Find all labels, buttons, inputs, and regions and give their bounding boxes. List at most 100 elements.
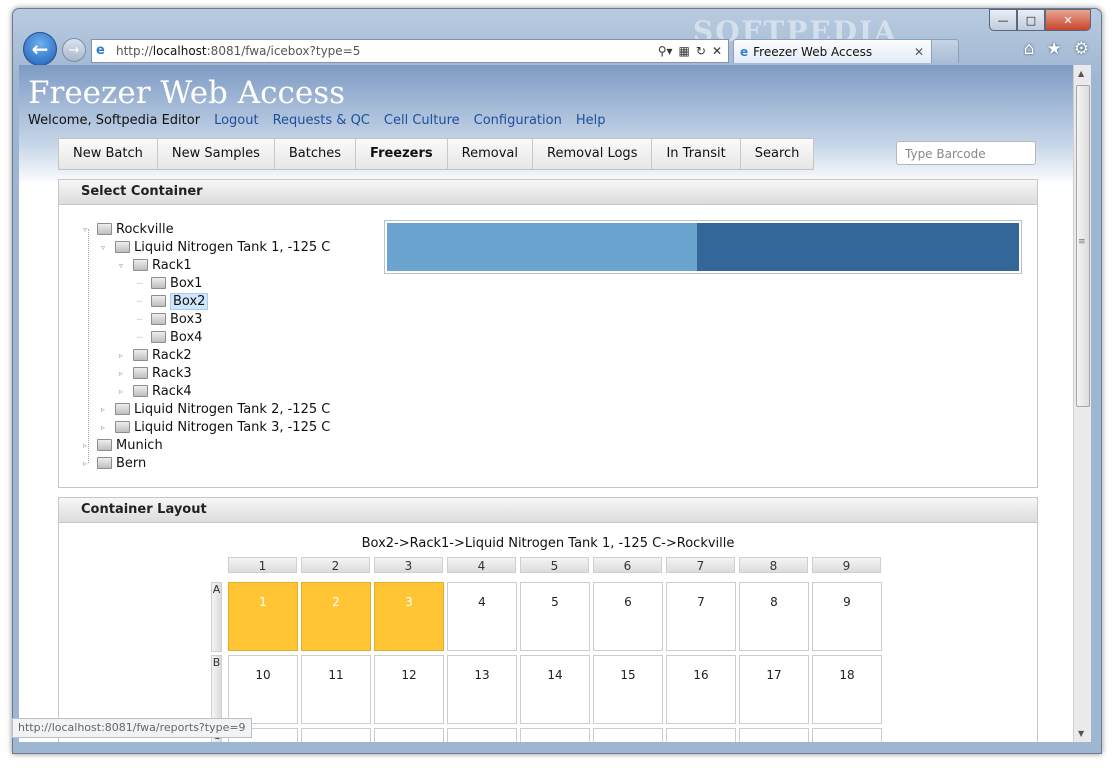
tree-node[interactable]: ▹ Rack3 [119, 364, 192, 382]
tree-node[interactable]: ┈ Box1 [137, 274, 202, 292]
empty-slot[interactable]: 21 [374, 728, 444, 742]
minimize-button[interactable]: — [989, 9, 1017, 31]
search-icon[interactable]: ⚲▾ [658, 44, 673, 58]
caption-buttons: — □ ✕ [989, 9, 1091, 31]
column-header: 3 [374, 557, 443, 573]
favorites-star-icon[interactable]: ★ [1047, 39, 1062, 59]
address-url[interactable]: http://localhost:8081/fwa/icebox?type=5 [116, 44, 658, 58]
tab-title: Freezer Web Access [753, 44, 873, 59]
tree-node[interactable]: ▹ Liquid Nitrogen Tank 3, -125 C [101, 418, 330, 436]
gear-icon[interactable]: ⚙ [1074, 39, 1089, 59]
tree-node[interactable]: ▿ Liquid Nitrogen Tank 1, -125 C [101, 238, 330, 256]
new-tab-button[interactable] [931, 39, 959, 63]
empty-slot[interactable]: 25 [666, 728, 736, 742]
nav-search[interactable]: Search [741, 139, 814, 169]
close-window-button[interactable]: ✕ [1045, 9, 1091, 31]
nav-removal-logs[interactable]: Removal Logs [533, 139, 653, 169]
tree-node[interactable]: ▹ Rack2 [119, 346, 192, 364]
occupied-slot[interactable]: 3 [374, 582, 444, 651]
empty-slot[interactable]: 4 [447, 582, 517, 651]
close-tab-icon[interactable]: ✕ [914, 45, 924, 59]
folder-icon [97, 223, 112, 235]
compatibility-icon[interactable]: ▦ [679, 44, 690, 58]
tree-node-label: Rockville [116, 221, 174, 237]
empty-slot[interactable]: 26 [739, 728, 809, 742]
tree-node-label: Box2 [170, 292, 209, 310]
empty-slot[interactable]: 13 [447, 655, 517, 724]
tree-node[interactable]: ▹ Liquid Nitrogen Tank 2, -125 C [101, 400, 330, 418]
capacity-bar-used [387, 223, 697, 271]
empty-slot[interactable]: 17 [739, 655, 809, 724]
refresh-icon[interactable]: ↻ [696, 44, 706, 58]
tree-node[interactable]: ▹ Bern [83, 454, 146, 472]
stop-icon[interactable]: ✕ [712, 44, 722, 58]
nav-new-samples[interactable]: New Samples [158, 139, 275, 169]
tree-node[interactable]: ┈ Box4 [137, 328, 202, 346]
empty-slot[interactable]: 7 [666, 582, 736, 651]
empty-slot[interactable]: 10 [228, 655, 298, 724]
expanded-toggle-icon[interactable]: ▿ [101, 243, 111, 252]
back-button[interactable]: ← [23, 32, 57, 66]
occupied-slot[interactable]: 2 [301, 582, 371, 651]
address-bar[interactable]: e http://localhost:8081/fwa/icebox?type=… [91, 39, 729, 63]
folder-icon [151, 313, 166, 325]
folder-icon [97, 457, 112, 469]
configuration-link[interactable]: Configuration [474, 113, 562, 128]
toolbar-icons: ⌂ ★ ⚙ [1024, 39, 1089, 59]
empty-slot[interactable]: 11 [301, 655, 371, 724]
tree-node[interactable]: ┈ Box3 [137, 310, 202, 328]
nav-freezers[interactable]: Freezers [356, 139, 448, 169]
column-header: 6 [593, 557, 662, 573]
empty-slot[interactable]: 8 [739, 582, 809, 651]
help-link[interactable]: Help [576, 113, 606, 128]
page-viewport: Freezer Web Access Welcome, Softpedia Ed… [19, 65, 1073, 742]
browser-tab[interactable]: e Freezer Web Access ✕ [733, 39, 933, 63]
home-icon[interactable]: ⌂ [1024, 39, 1035, 59]
empty-slot[interactable]: 16 [666, 655, 736, 724]
collapsed-toggle-icon[interactable]: ▹ [119, 369, 129, 378]
scroll-grip-icon: ≡ [1078, 237, 1086, 247]
ie-tab-icon: e [740, 44, 749, 59]
logout-link[interactable]: Logout [214, 113, 259, 128]
collapsed-toggle-icon[interactable]: ▹ [101, 423, 111, 432]
tree-node[interactable]: ▹ Rack4 [119, 382, 192, 400]
empty-slot[interactable]: 27 [812, 728, 882, 742]
empty-slot[interactable]: 12 [374, 655, 444, 724]
requests-qc-link[interactable]: Requests & QC [273, 113, 370, 128]
nav-removal[interactable]: Removal [448, 139, 533, 169]
collapsed-toggle-icon[interactable]: ▹ [101, 405, 111, 414]
scroll-up-icon[interactable]: ▲ [1078, 69, 1084, 78]
maximize-button[interactable]: □ [1017, 9, 1045, 31]
tree-node[interactable]: ┈ Box2 [137, 292, 209, 310]
empty-slot[interactable]: 24 [593, 728, 663, 742]
collapsed-toggle-icon[interactable]: ▹ [119, 351, 129, 360]
empty-slot[interactable]: 23 [520, 728, 590, 742]
empty-slot[interactable]: 6 [593, 582, 663, 651]
tree-node[interactable]: ▹ Munich [83, 436, 163, 454]
tree-node-label: Rack1 [152, 257, 192, 273]
tree-node[interactable]: ▿ Rockville [83, 220, 174, 238]
empty-slot[interactable]: 20 [301, 728, 371, 742]
tree-node[interactable]: ▿ Rack1 [119, 256, 192, 274]
empty-slot[interactable]: 18 [812, 655, 882, 724]
collapsed-toggle-icon[interactable]: ▹ [119, 387, 129, 396]
collapsed-toggle-icon[interactable]: ▹ [83, 459, 93, 468]
expanded-toggle-icon[interactable]: ▿ [83, 225, 93, 234]
empty-slot[interactable]: 22 [447, 728, 517, 742]
expanded-toggle-icon[interactable]: ▿ [119, 261, 129, 270]
scroll-down-icon[interactable]: ▼ [1078, 729, 1084, 738]
empty-slot[interactable]: 9 [812, 582, 882, 651]
occupied-slot[interactable]: 1 [228, 582, 298, 651]
barcode-input[interactable]: Type Barcode [896, 141, 1036, 165]
empty-slot[interactable]: 5 [520, 582, 590, 651]
nav-batches[interactable]: Batches [275, 139, 357, 169]
container-layout-panel: Container Layout Box2->Rack1->Liquid Nit… [58, 497, 1038, 742]
nav-in-transit[interactable]: In Transit [652, 139, 741, 169]
cell-culture-link[interactable]: Cell Culture [384, 113, 460, 128]
forward-button[interactable]: → [62, 38, 86, 62]
empty-slot[interactable]: 15 [593, 655, 663, 724]
vertical-scrollbar[interactable]: ▲ ≡ ▼ [1073, 65, 1091, 742]
empty-slot[interactable]: 14 [520, 655, 590, 724]
collapsed-toggle-icon[interactable]: ▹ [83, 441, 93, 450]
nav-new-batch[interactable]: New Batch [59, 139, 158, 169]
